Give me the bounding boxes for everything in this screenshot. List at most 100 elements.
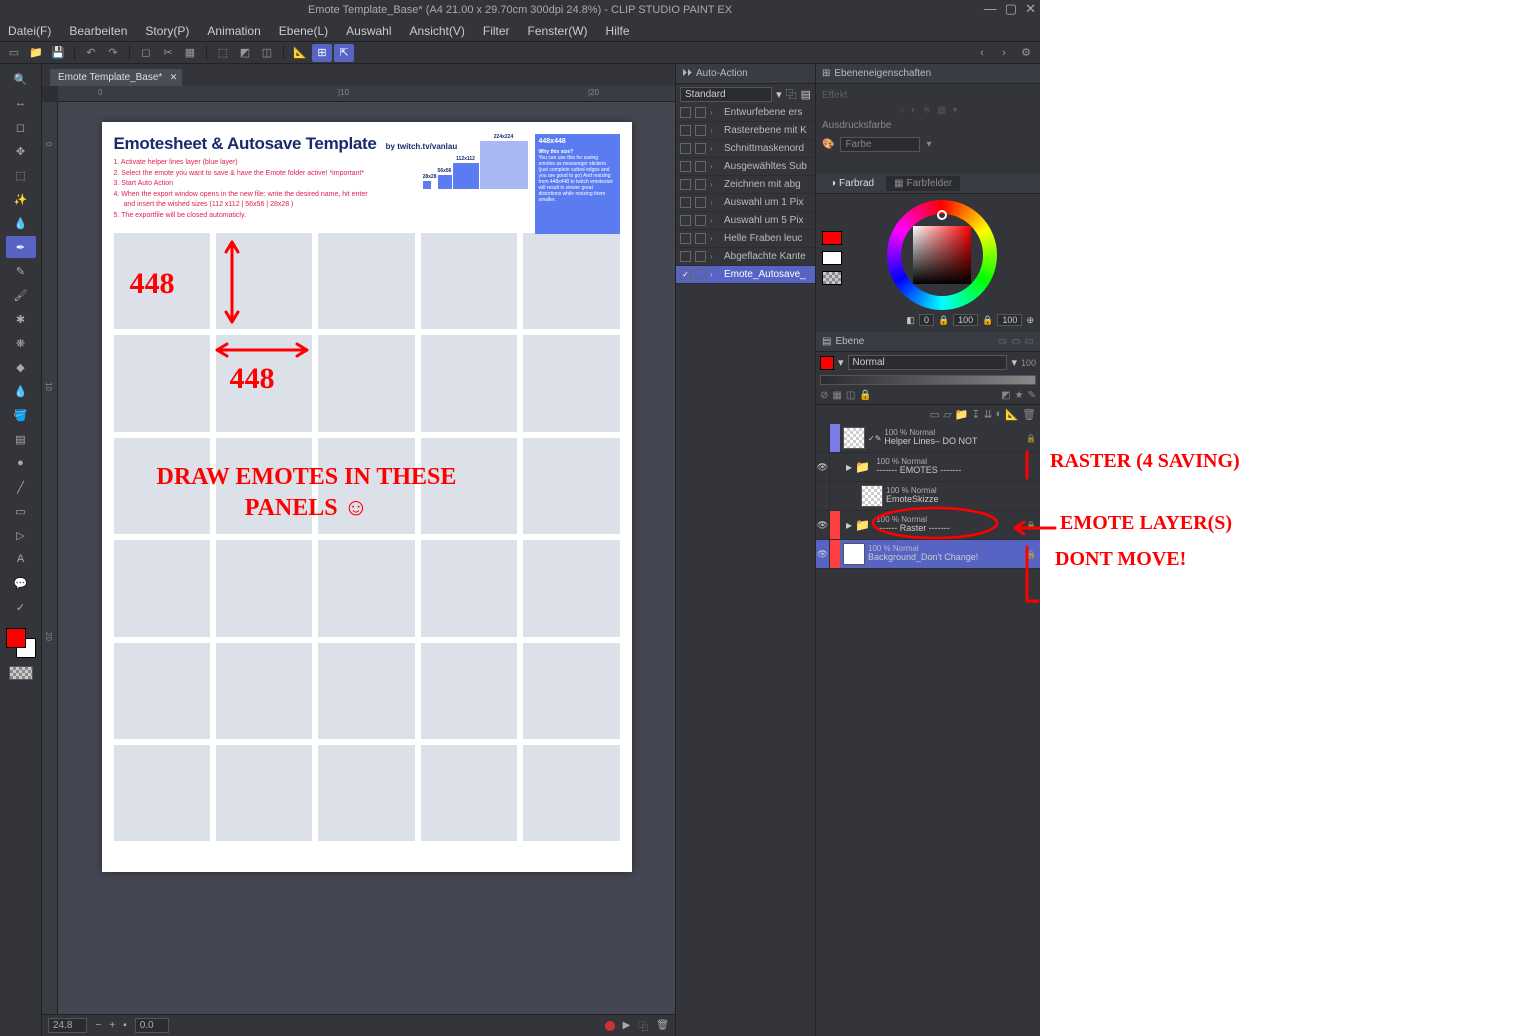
border-effect-icon[interactable]: ○ — [899, 105, 905, 116]
expression-select[interactable]: Farbe — [840, 137, 920, 152]
menu-file[interactable]: Datei(F) — [8, 24, 51, 38]
zoom-slider[interactable]: ▪ — [123, 1020, 127, 1031]
menu-help[interactable]: Hilfe — [606, 24, 630, 38]
record-icon[interactable] — [605, 1021, 615, 1031]
action-list-icon[interactable]: ▤ — [801, 88, 811, 101]
move-tool[interactable]: ↔ — [6, 92, 36, 114]
color-target-icon[interactable]: ⊕ — [1026, 315, 1034, 326]
color-panel-header[interactable]: ◑ Farbrad ▦ Farbfelder — [816, 174, 1040, 194]
action-check[interactable] — [680, 161, 691, 172]
action-check[interactable] — [680, 107, 691, 118]
shape-tool[interactable]: ● — [6, 452, 36, 474]
action-check[interactable] — [680, 251, 691, 262]
expression-dropdown-icon[interactable]: ▾ — [926, 139, 931, 150]
zoom-tool[interactable]: 🔍 — [6, 68, 36, 90]
action-item[interactable]: ›Auswahl um 1 Pix — [676, 194, 815, 212]
action-check[interactable] — [680, 215, 691, 226]
fill-tool[interactable]: 🪣 — [6, 404, 36, 426]
color-tab-swatches[interactable]: ▦ Farbfelder — [886, 176, 960, 191]
action-box2[interactable] — [695, 233, 706, 244]
rotation-input[interactable]: 0.0 — [135, 1018, 169, 1033]
toolbar-next[interactable]: › — [994, 44, 1014, 62]
layercolor-effect-icon[interactable]: ▦ — [937, 105, 946, 116]
pencil-tool[interactable]: ✎ — [6, 260, 36, 282]
hue-handle[interactable] — [937, 210, 947, 220]
layer-color-swatch[interactable] — [820, 356, 834, 370]
trash-icon[interactable]: 🗑 — [656, 1020, 669, 1031]
opacity-slider[interactable] — [820, 375, 1036, 385]
menu-layer[interactable]: Ebene(L) — [279, 24, 328, 38]
lasso-tool[interactable]: ⬚ — [6, 164, 36, 186]
mini-alpha-swatch[interactable] — [822, 271, 842, 285]
blend-mode-select[interactable]: Normal — [848, 355, 1008, 370]
eyedropper-tool[interactable]: 💧 — [6, 212, 36, 234]
action-menu-icon[interactable]: ▾ — [776, 88, 782, 101]
copy-icon[interactable]: ⿻ — [638, 1018, 648, 1033]
maximize-button[interactable]: ▢ — [1005, 2, 1017, 15]
invert-sel-button[interactable]: ◩ — [235, 44, 255, 62]
layers-tab4[interactable]: ▭ — [1025, 336, 1034, 347]
action-box2[interactable] — [695, 161, 706, 172]
eraser-tool[interactable]: ◆ — [6, 356, 36, 378]
action-box2[interactable] — [695, 197, 706, 208]
zoom-in-button[interactable]: + — [109, 1020, 115, 1031]
opacity-value[interactable]: 100 — [1021, 358, 1036, 368]
layer-row[interactable]: ✓✎100 % NormalHelper Lines– DO NOT🔒 — [816, 424, 1040, 453]
action-box2[interactable] — [695, 125, 706, 136]
action-check[interactable] — [680, 197, 691, 208]
ruler-layer-icon[interactable]: 📐 — [1005, 408, 1019, 421]
toolbar-prev[interactable]: ‹ — [972, 44, 992, 62]
close-button[interactable]: ✕ — [1025, 2, 1036, 15]
action-item[interactable]: ›Abgeflachte Kante — [676, 248, 815, 266]
action-box2[interactable] — [695, 215, 706, 226]
layers-header[interactable]: ▤ Ebene ▭ ▭ ▭ — [816, 332, 1040, 352]
fg-color-swatch[interactable] — [6, 628, 26, 648]
layer-row[interactable]: 👁▸ 📁100 % Normal------- EMOTES ------- — [816, 453, 1040, 482]
color-tab-wheel[interactable]: ◑ Farbrad — [822, 176, 882, 191]
zoom-input[interactable]: 24.8 — [48, 1018, 87, 1033]
visibility-toggle[interactable] — [816, 424, 830, 452]
snap-grid-button[interactable]: ⊞ — [312, 44, 332, 62]
menu-animation[interactable]: Animation — [207, 24, 260, 38]
play-icon[interactable]: ▶ — [623, 1020, 631, 1031]
action-check[interactable] — [680, 179, 691, 190]
correct-tool[interactable]: ✓ — [6, 596, 36, 618]
blend-dropdown-icon[interactable]: ▾ — [1011, 356, 1017, 369]
visibility-toggle[interactable] — [816, 482, 830, 510]
transfer-icon[interactable]: ↧ — [971, 408, 980, 421]
minimize-button[interactable]: — — [984, 2, 997, 15]
action-box2[interactable] — [695, 143, 706, 154]
layer-color-dropdown[interactable]: ▾ — [838, 356, 844, 369]
save-button[interactable]: 💾 — [48, 44, 68, 62]
crop-button[interactable]: ✂ — [158, 44, 178, 62]
auto-action-header[interactable]: ⏵⏵ Auto-Action — [676, 64, 815, 84]
settings-icon[interactable]: ⚙ — [1016, 44, 1036, 62]
action-set-select[interactable]: Standard — [680, 87, 772, 102]
airbrush-tool[interactable]: ✱ — [6, 308, 36, 330]
action-item[interactable]: ✓›Emote_Autosave_ — [676, 266, 815, 284]
snap-ruler-button[interactable]: 📐 — [290, 44, 310, 62]
deselect-button[interactable]: ⬚ — [213, 44, 233, 62]
visibility-toggle[interactable]: 👁 — [816, 511, 830, 539]
wand-tool[interactable]: ✨ — [6, 188, 36, 210]
effect-dropdown-icon[interactable]: ▾ — [952, 105, 957, 116]
action-check[interactable]: ✓ — [680, 269, 691, 280]
action-box2[interactable] — [695, 251, 706, 262]
gradient-tool[interactable]: ▤ — [6, 428, 36, 450]
draft-icon[interactable]: ✎ — [1028, 390, 1036, 401]
action-add-icon[interactable]: ⿻ — [786, 86, 797, 102]
menu-select[interactable]: Auswahl — [346, 24, 391, 38]
ref-icon[interactable]: ★ — [1015, 390, 1024, 401]
layers-tab3[interactable]: ▭ — [1011, 336, 1020, 347]
action-check[interactable] — [680, 233, 691, 244]
menu-edit[interactable]: Bearbeiten — [69, 24, 127, 38]
fill-button[interactable]: ▦ — [180, 44, 200, 62]
action-item[interactable]: ›Zeichnen mit abg — [676, 176, 815, 194]
pen-tool[interactable]: ✒ — [6, 236, 36, 258]
action-item[interactable]: ›Ausgewähltes Sub — [676, 158, 815, 176]
zoom-out-button[interactable]: − — [95, 1020, 101, 1031]
open-button[interactable]: 📁 — [26, 44, 46, 62]
ruler-tool[interactable]: ▷ — [6, 524, 36, 546]
action-item[interactable]: ›Entwurfebene ers — [676, 104, 815, 122]
redo-button[interactable]: ↷ — [103, 44, 123, 62]
